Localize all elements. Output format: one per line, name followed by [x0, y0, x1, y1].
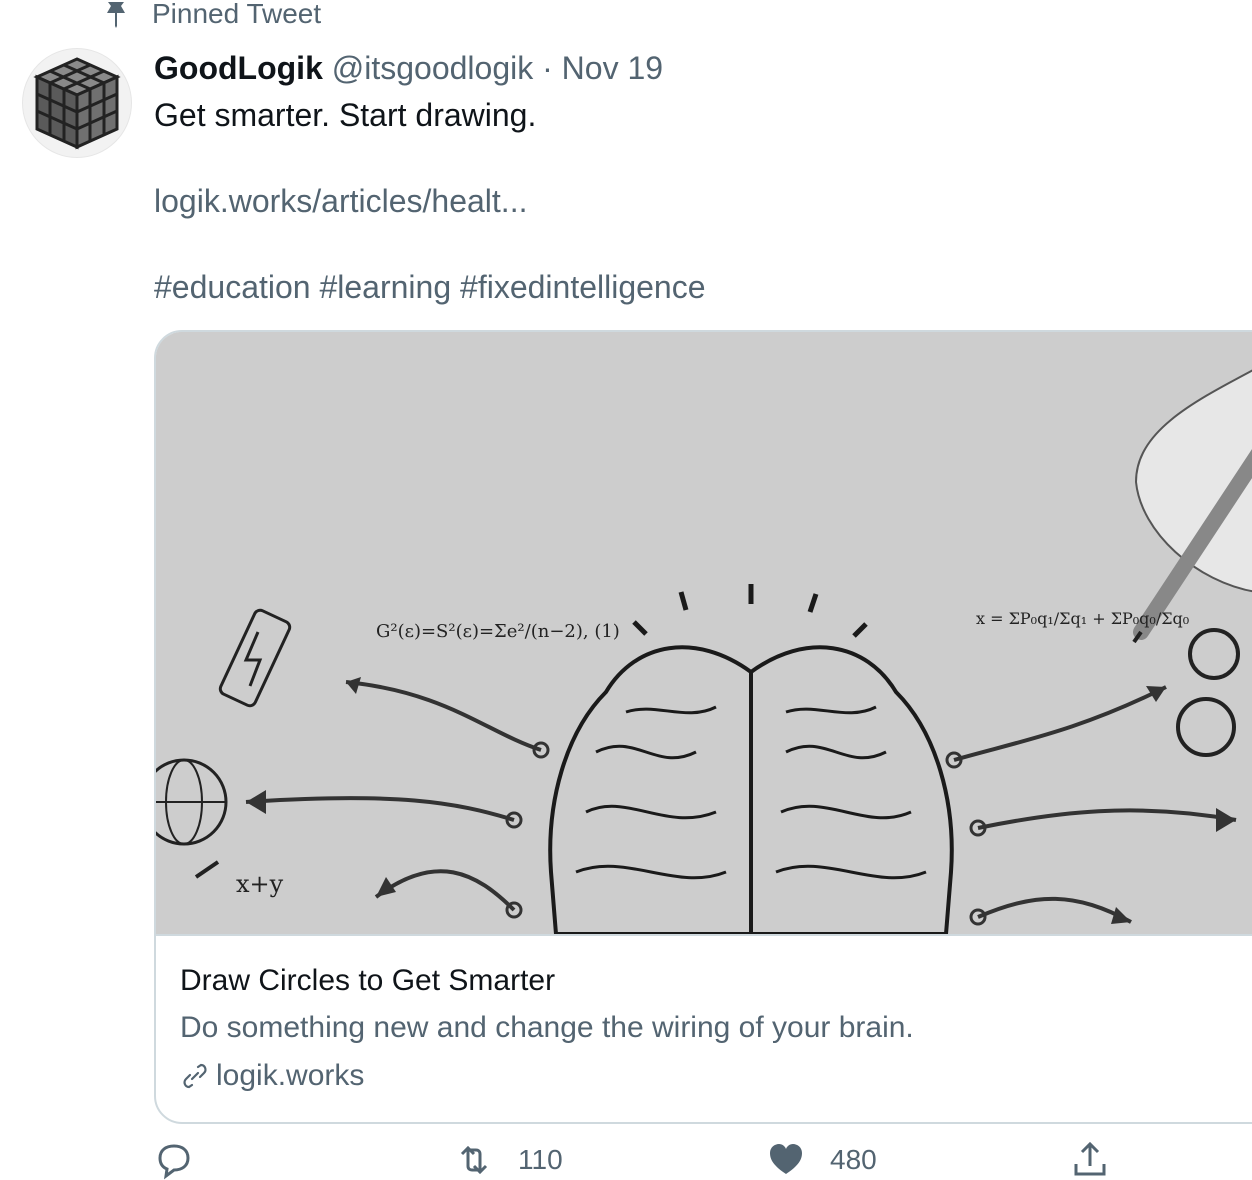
svg-text:x = ΣP₀q₁/Σq₁ + ΣP₀q₀/Σq₀: x = ΣP₀q₁/Σq₁ + ΣP₀q₀/Σq₀: [976, 609, 1189, 628]
hashtag-education[interactable]: #education: [154, 269, 311, 305]
hashtag-fixedintelligence[interactable]: #fixedintelligence: [460, 269, 706, 305]
retweet-count: 110: [518, 1144, 563, 1175]
tweet-body: GoodLogik @itsgoodlogik · Nov 19 Get sma…: [154, 46, 1252, 309]
like-button[interactable]: 480: [766, 1140, 877, 1180]
author-handle[interactable]: @itsgoodlogik: [332, 50, 533, 86]
heart-icon: [770, 1144, 802, 1174]
like-count: 480: [830, 1144, 877, 1175]
rubiks-cube-icon: [33, 57, 121, 150]
avatar[interactable]: [22, 48, 132, 158]
tweet-header: GoodLogik @itsgoodlogik · Nov 19: [154, 46, 1252, 90]
tweet-date[interactable]: Nov 19: [562, 50, 663, 86]
hashtag-learning[interactable]: #learning: [319, 269, 451, 305]
reply-button[interactable]: [154, 1140, 218, 1180]
card-domain: logik.works: [216, 1059, 365, 1092]
share-icon: [1074, 1141, 1106, 1176]
brain-illustration: G²(ε)=S²(ε)=Σe²/(n−2), (1) x = ΣP₀q₁/Σq₁…: [156, 332, 1252, 936]
tweet-hashtags: #education #learning #fixedintelligence: [154, 265, 1252, 309]
card-image[interactable]: G²(ε)=S²(ε)=Σe²/(n−2), (1) x = ΣP₀q₁/Σq₁…: [156, 332, 1252, 936]
share-button[interactable]: [1070, 1140, 1134, 1180]
link-preview-card[interactable]: G²(ε)=S²(ε)=Σe²/(n−2), (1) x = ΣP₀q₁/Σq₁…: [154, 330, 1252, 1124]
card-text: Draw Circles to Get Smarter Do something…: [180, 960, 1250, 1098]
link-icon: [183, 1063, 207, 1089]
reply-icon: [158, 1144, 190, 1180]
header-separator: ·: [542, 50, 553, 86]
tweet-link[interactable]: logik.works/articles/healt...: [154, 179, 1252, 223]
card-title: Draw Circles to Get Smarter: [180, 964, 556, 997]
svg-text:x+y: x+y: [236, 870, 284, 898]
retweet-icon: [460, 1145, 488, 1175]
tweet-actions: 110 480: [154, 1140, 1252, 1180]
retweet-button[interactable]: 110: [454, 1140, 563, 1180]
pin-icon: [107, 2, 125, 28]
tweet-text: Get smarter. Start drawing.: [154, 97, 537, 133]
pinned-tweet-indicator: Pinned Tweet: [104, 0, 321, 34]
author-display-name[interactable]: GoodLogik: [154, 50, 323, 86]
pinned-label: Pinned Tweet: [152, 0, 322, 29]
svg-text:G²(ε)=S²(ε)=Σe²/(n−2), (1): G²(ε)=S²(ε)=Σe²/(n−2), (1): [376, 621, 620, 642]
card-domain-row: logik.works: [180, 1054, 1250, 1098]
card-description: Do something new and change the wiring o…: [180, 1011, 914, 1044]
